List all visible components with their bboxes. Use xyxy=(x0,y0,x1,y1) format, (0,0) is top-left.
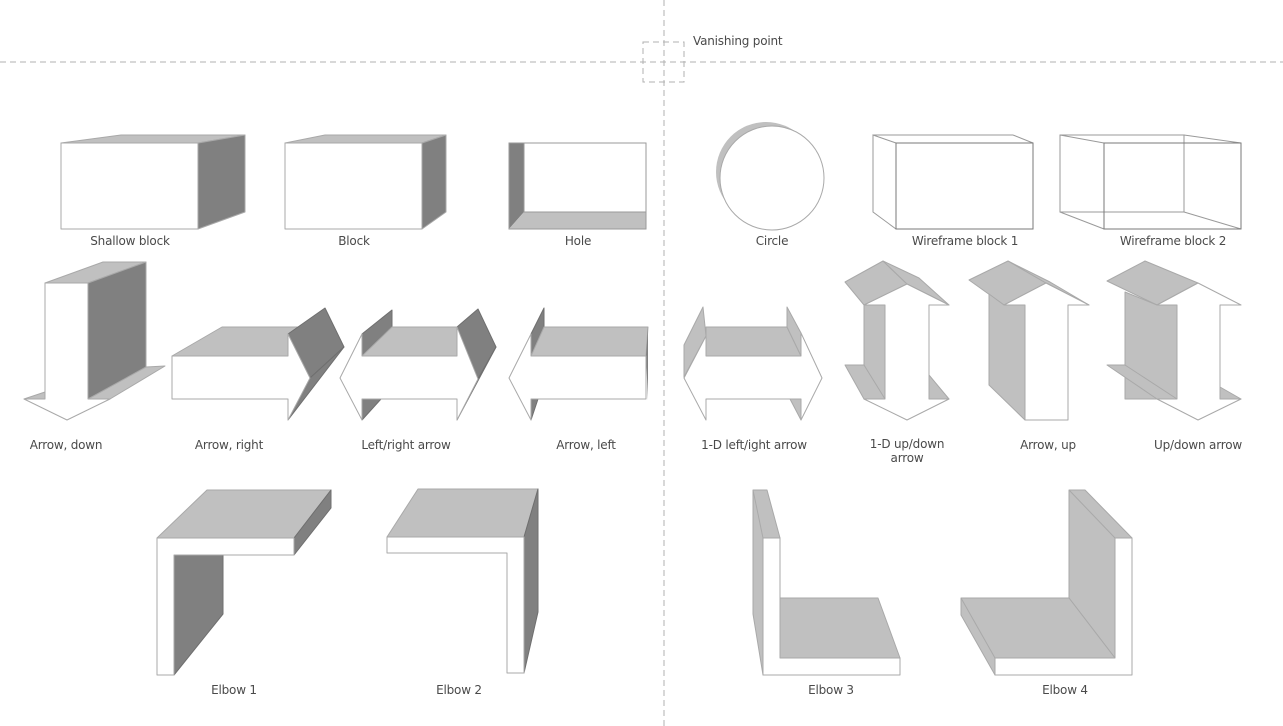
shape-label-circle: Circle xyxy=(755,234,789,248)
shape-label-arrow-left: Arrow, left xyxy=(556,438,616,452)
shape-label-hole: Hole xyxy=(564,234,592,248)
shape-label-elbow-2: Elbow 2 xyxy=(436,683,482,697)
shape-label-arrow-down: Arrow, down xyxy=(29,438,103,452)
shape-label-elbow-1: Elbow 1 xyxy=(211,683,257,697)
diagram-canvas xyxy=(0,0,1283,726)
shape-label-shallow-block: Shallow block xyxy=(90,234,170,248)
shape-one-d-left-right-arrow[interactable] xyxy=(683,306,823,421)
shape-label-elbow-3: Elbow 3 xyxy=(808,683,854,697)
shape-label-up-down-arrow: Up/down arrow xyxy=(1154,438,1242,452)
shape-label-left-right-arrow: Left/right arrow xyxy=(361,438,451,452)
shape-circle[interactable] xyxy=(716,122,825,231)
shape-arrow-down[interactable] xyxy=(23,261,166,421)
shape-label-wireframe-block-1: Wireframe block 1 xyxy=(911,234,1019,248)
shape-shallow-block[interactable] xyxy=(60,134,246,230)
shape-arrow-left[interactable] xyxy=(508,307,649,421)
shape-one-d-up-down-arrow[interactable] xyxy=(844,260,950,421)
shape-elbow-1[interactable] xyxy=(156,489,332,676)
shape-elbow-3[interactable] xyxy=(752,489,901,676)
shape-label-wireframe-block-2: Wireframe block 2 xyxy=(1119,234,1227,248)
shape-up-down-arrow[interactable] xyxy=(1106,260,1242,421)
shape-label-one-d-left-right-arrow: 1-D left/ight arrow xyxy=(701,438,807,452)
shape-arrow-right[interactable] xyxy=(171,307,345,421)
shape-block[interactable] xyxy=(284,134,447,230)
shape-wireframe-block-2[interactable] xyxy=(1059,134,1242,230)
shape-elbow-4[interactable] xyxy=(960,489,1133,676)
shape-hole[interactable] xyxy=(508,142,647,230)
vanishing-point-label: Vanishing point xyxy=(693,34,783,48)
shape-wireframe-block-1[interactable] xyxy=(872,134,1034,230)
shape-left-right-arrow[interactable] xyxy=(339,308,497,421)
shape-label-one-d-up-down-arrow: 1-D up/down arrow xyxy=(869,437,945,465)
shape-elbow-2[interactable] xyxy=(386,488,539,674)
shape-label-block: Block xyxy=(338,234,370,248)
shape-label-elbow-4: Elbow 4 xyxy=(1042,683,1088,697)
shape-label-arrow-right: Arrow, right xyxy=(194,438,264,452)
shape-label-arrow-up: Arrow, up xyxy=(1020,438,1076,452)
shape-arrow-up[interactable] xyxy=(968,260,1090,421)
